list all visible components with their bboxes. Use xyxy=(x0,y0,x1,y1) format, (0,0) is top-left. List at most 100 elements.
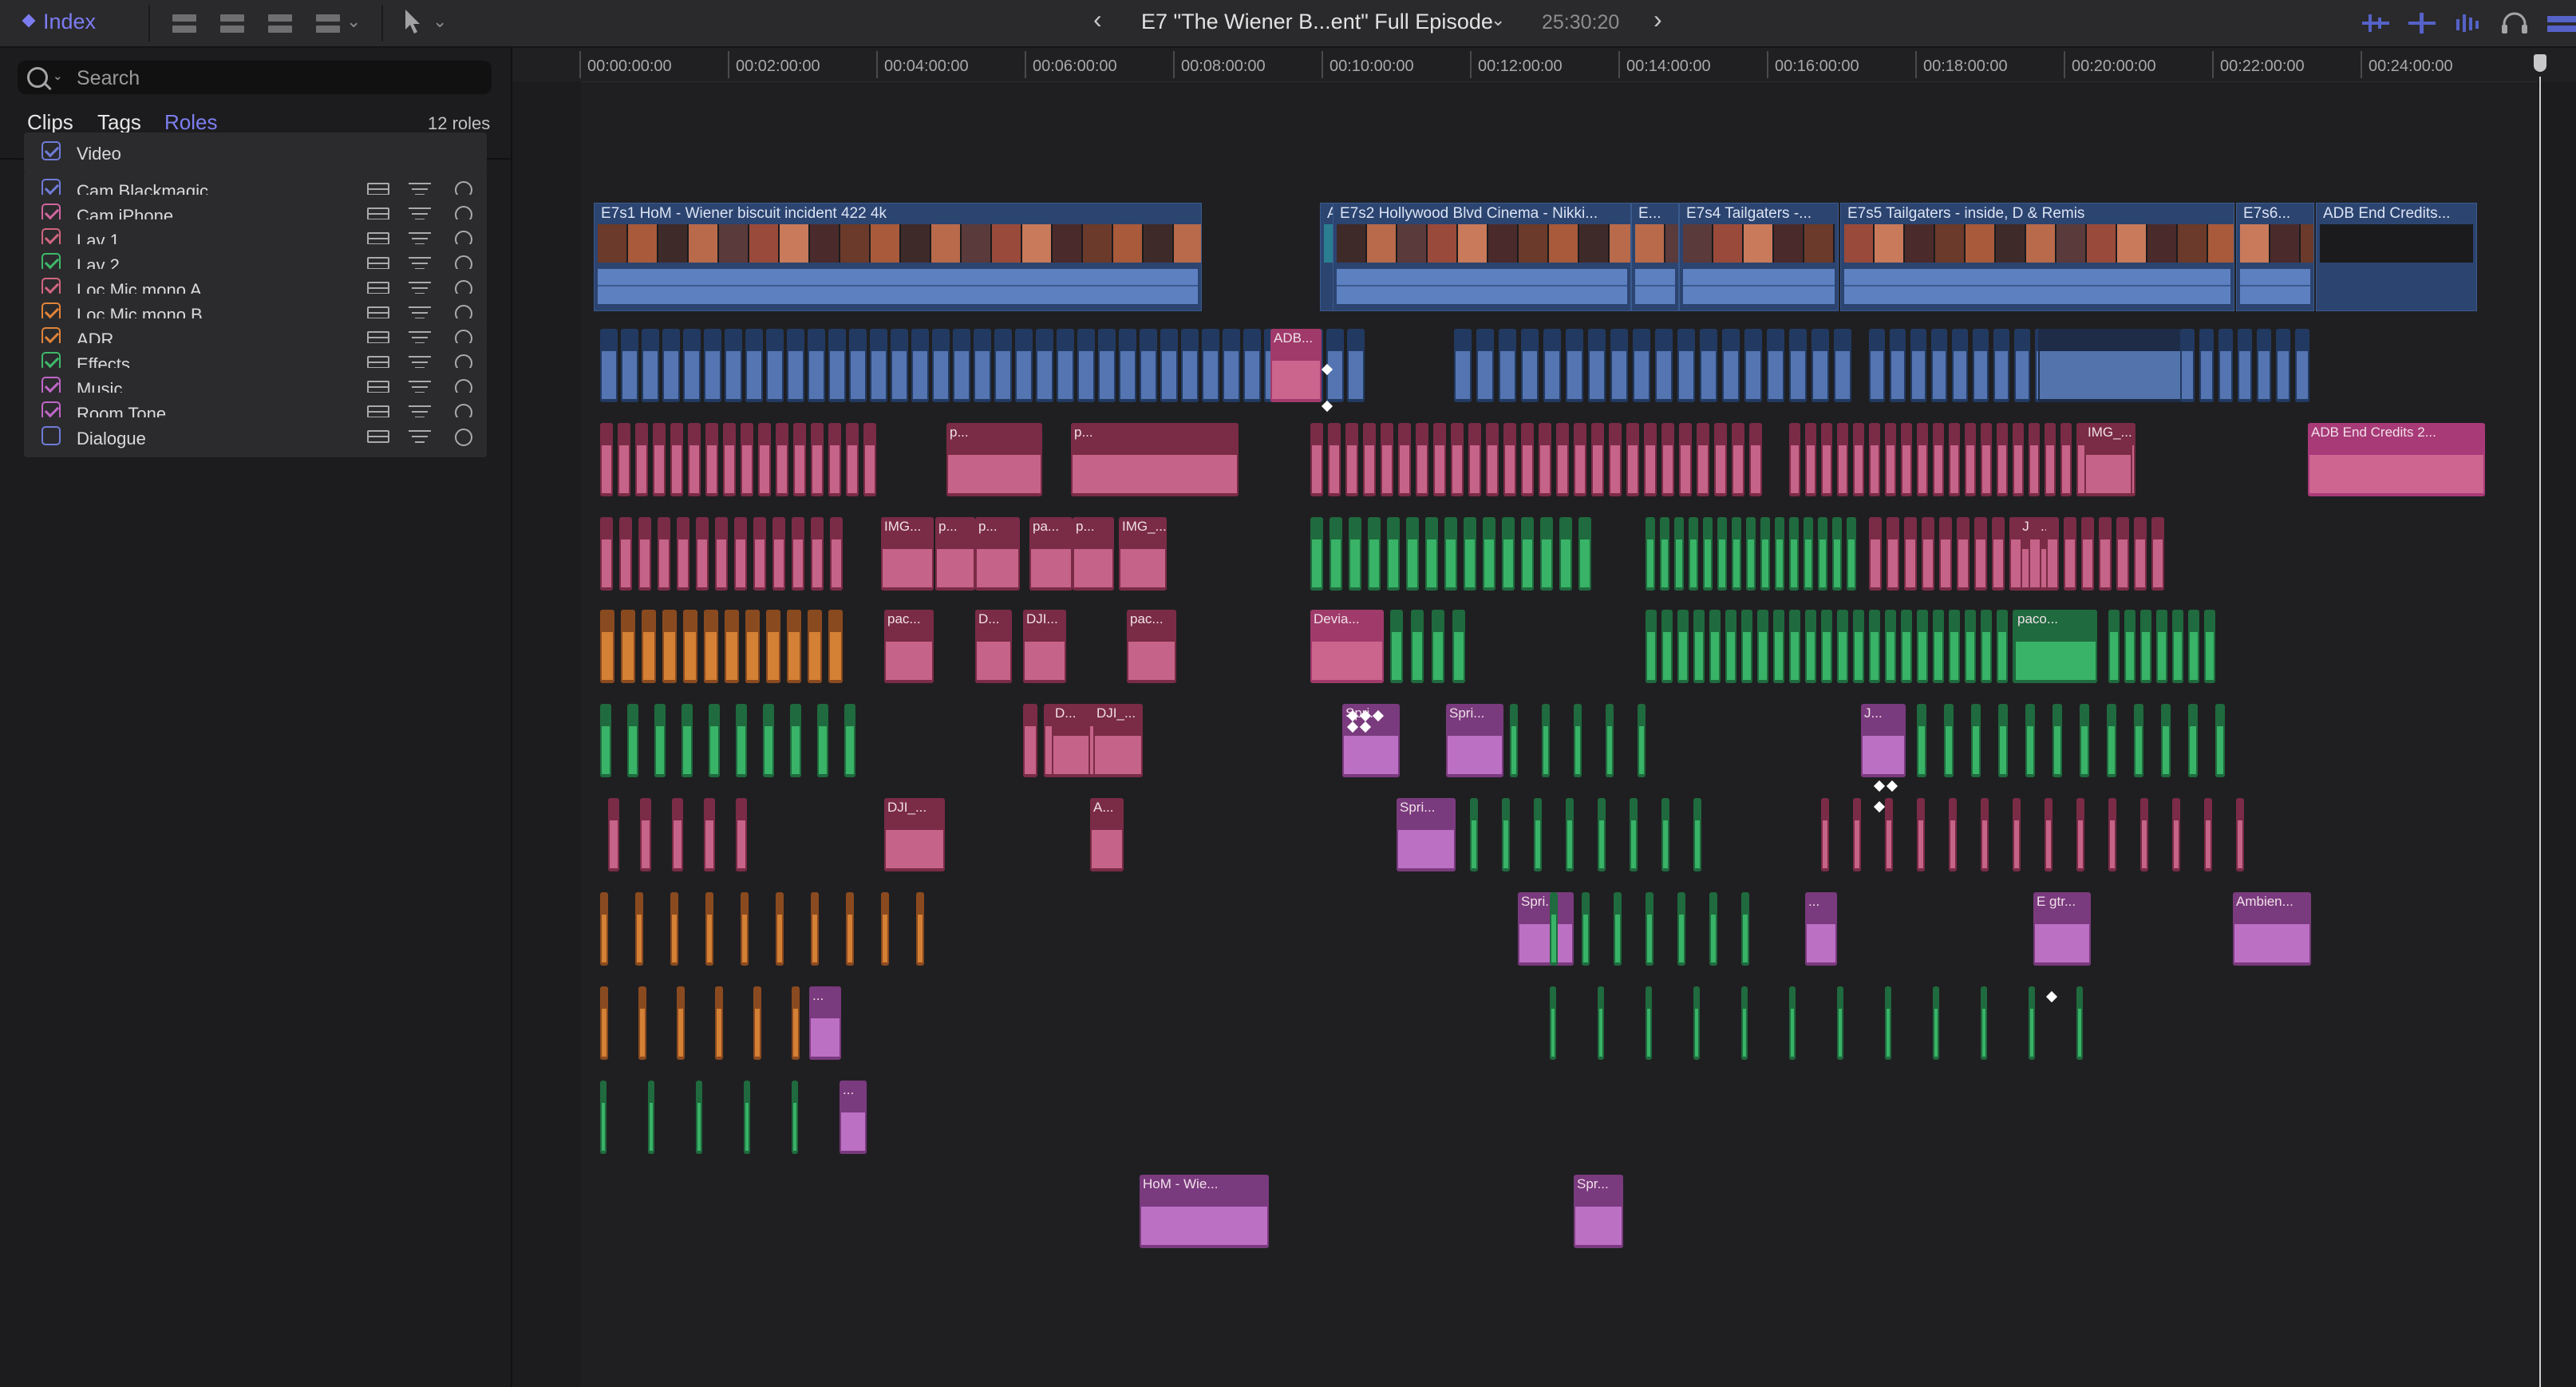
connected-audio-clip[interactable] xyxy=(1789,517,1799,591)
connected-audio-clip[interactable] xyxy=(793,423,806,496)
connected-audio-clip[interactable] xyxy=(1853,610,1864,683)
connected-audio-clip[interactable] xyxy=(1837,610,1848,683)
role-row-video[interactable]: Video xyxy=(24,132,487,172)
connected-audio-clip[interactable] xyxy=(1444,517,1457,591)
connected-audio-clip[interactable]: ... xyxy=(840,1081,867,1154)
connected-audio-clip[interactable] xyxy=(2038,329,2182,402)
connected-audio-clip[interactable] xyxy=(600,610,614,683)
connected-audio-clip[interactable] xyxy=(1697,423,1709,496)
connected-audio-clip[interactable] xyxy=(1933,423,1944,496)
connected-audio-clip[interactable] xyxy=(715,986,723,1060)
connected-audio-clip[interactable] xyxy=(2064,517,2076,591)
connected-audio-clip[interactable] xyxy=(618,423,630,496)
connected-audio-clip[interactable] xyxy=(1598,986,1604,1060)
connected-audio-clip[interactable] xyxy=(683,610,697,683)
connected-audio-clip[interactable] xyxy=(1981,798,1989,871)
connected-audio-clip[interactable]: p... xyxy=(946,423,1042,496)
connected-audio-clip[interactable] xyxy=(1789,423,1800,496)
connected-audio-clip[interactable] xyxy=(1582,892,1590,966)
role-checkbox[interactable] xyxy=(41,426,61,445)
connected-audio-clip[interactable] xyxy=(1077,329,1095,402)
connected-audio-clip[interactable] xyxy=(1381,423,1393,496)
connected-audio-clip[interactable] xyxy=(1540,517,1553,591)
connected-audio-clip[interactable] xyxy=(1521,423,1534,496)
connected-audio-clip[interactable]: pa... xyxy=(1029,517,1073,591)
connected-audio-clip[interactable] xyxy=(811,423,824,496)
connected-audio-clip[interactable] xyxy=(1015,329,1033,402)
connected-audio-clip[interactable] xyxy=(1834,329,1851,402)
connected-audio-clip[interactable] xyxy=(1767,329,1784,402)
connected-audio-clip[interactable] xyxy=(1811,329,1829,402)
connected-audio-clip[interactable] xyxy=(1470,798,1478,871)
connected-audio-clip[interactable] xyxy=(648,1081,654,1154)
connected-audio-clip[interactable] xyxy=(2053,704,2062,777)
connected-audio-clip[interactable] xyxy=(1773,610,1784,683)
connected-audio-clip[interactable]: ... xyxy=(1805,892,1837,966)
role-checkbox[interactable] xyxy=(41,141,61,160)
connected-audio-clip[interactable] xyxy=(1890,329,1906,402)
connected-audio-clip[interactable]: p... xyxy=(935,517,975,591)
connected-audio-clip[interactable]: ... xyxy=(809,986,841,1060)
connected-audio-clip[interactable] xyxy=(600,517,613,591)
connected-audio-clip[interactable] xyxy=(734,517,747,591)
connected-audio-clip[interactable] xyxy=(704,798,715,871)
connected-audio-clip[interactable] xyxy=(1451,423,1464,496)
connected-audio-clip[interactable] xyxy=(2025,704,2035,777)
connected-audio-clip[interactable] xyxy=(787,610,801,683)
connected-audio-clip[interactable]: D... xyxy=(1052,704,1090,777)
connected-audio-clip[interactable] xyxy=(846,892,854,966)
show-audio-lanes-icon[interactable] xyxy=(367,356,389,369)
connected-audio-clip[interactable] xyxy=(1885,986,1891,1060)
tab-tags[interactable]: Tags xyxy=(97,110,141,135)
connected-audio-clip[interactable] xyxy=(1610,329,1628,402)
connected-audio-clip[interactable] xyxy=(1119,329,1136,402)
connected-audio-clip[interactable] xyxy=(2134,704,2143,777)
connected-audio-clip[interactable] xyxy=(1483,517,1495,591)
connected-audio-clip[interactable] xyxy=(1566,798,1574,871)
connected-audio-clip[interactable] xyxy=(1390,610,1403,683)
connected-audio-clip[interactable] xyxy=(2013,798,2021,871)
connected-audio-clip[interactable] xyxy=(1630,798,1638,871)
connected-audio-clip[interactable] xyxy=(2295,329,2309,402)
connected-audio-clip[interactable] xyxy=(635,892,643,966)
connected-audio-clip[interactable] xyxy=(1644,423,1657,496)
connected-audio-clip[interactable] xyxy=(640,798,651,871)
connected-audio-clip[interactable]: ADB... xyxy=(1270,329,1322,402)
connected-audio-clip[interactable] xyxy=(642,329,659,402)
connected-audio-clip[interactable] xyxy=(654,704,666,777)
connected-audio-clip[interactable] xyxy=(1910,329,1926,402)
connected-audio-clip[interactable] xyxy=(1345,423,1358,496)
connected-audio-clip[interactable] xyxy=(1869,423,1880,496)
snapping-icon[interactable] xyxy=(2546,11,2576,35)
project-menu-chevron-down-icon[interactable]: ⌄ xyxy=(1491,10,1505,30)
project-title[interactable]: E7 "The Wiener B...ent" Full Episode xyxy=(1141,10,1493,34)
connected-audio-clip[interactable] xyxy=(1502,798,1510,871)
connected-audio-clip[interactable] xyxy=(811,892,819,966)
connected-audio-clip[interactable] xyxy=(1559,517,1572,591)
volume-keyframe[interactable] xyxy=(1321,400,1333,413)
connected-audio-clip[interactable] xyxy=(1036,329,1053,402)
connected-audio-clip[interactable] xyxy=(1416,423,1428,496)
connected-audio-clip[interactable] xyxy=(600,329,618,402)
connected-audio-clip[interactable] xyxy=(1433,423,1446,496)
connected-audio-clip[interactable] xyxy=(1454,329,1472,402)
connected-audio-clip[interactable] xyxy=(1775,517,1784,591)
subroles-list-icon[interactable] xyxy=(409,429,431,445)
connected-audio-clip[interactable] xyxy=(1181,329,1199,402)
connected-audio-clip[interactable] xyxy=(1349,517,1361,591)
show-audio-lanes-icon[interactable] xyxy=(367,207,389,220)
connected-audio-clip[interactable] xyxy=(1741,986,1748,1060)
connected-audio-clip[interactable] xyxy=(1646,892,1653,966)
connected-audio-clip[interactable] xyxy=(1588,329,1606,402)
connected-audio-clip[interactable] xyxy=(792,986,800,1060)
connected-audio-clip[interactable] xyxy=(1714,423,1727,496)
connected-audio-clip[interactable] xyxy=(2029,517,2041,591)
connected-audio-clip[interactable] xyxy=(2180,329,2195,402)
connected-audio-clip[interactable] xyxy=(741,892,749,966)
connected-audio-clip[interactable] xyxy=(2156,610,2167,683)
connected-audio-clip[interactable] xyxy=(704,329,721,402)
connected-audio-clip[interactable] xyxy=(1693,798,1701,871)
connected-audio-clip[interactable] xyxy=(1789,610,1800,683)
connected-audio-clip[interactable]: IMG_... xyxy=(2084,423,2132,496)
connected-audio-clip[interactable] xyxy=(1521,329,1539,402)
